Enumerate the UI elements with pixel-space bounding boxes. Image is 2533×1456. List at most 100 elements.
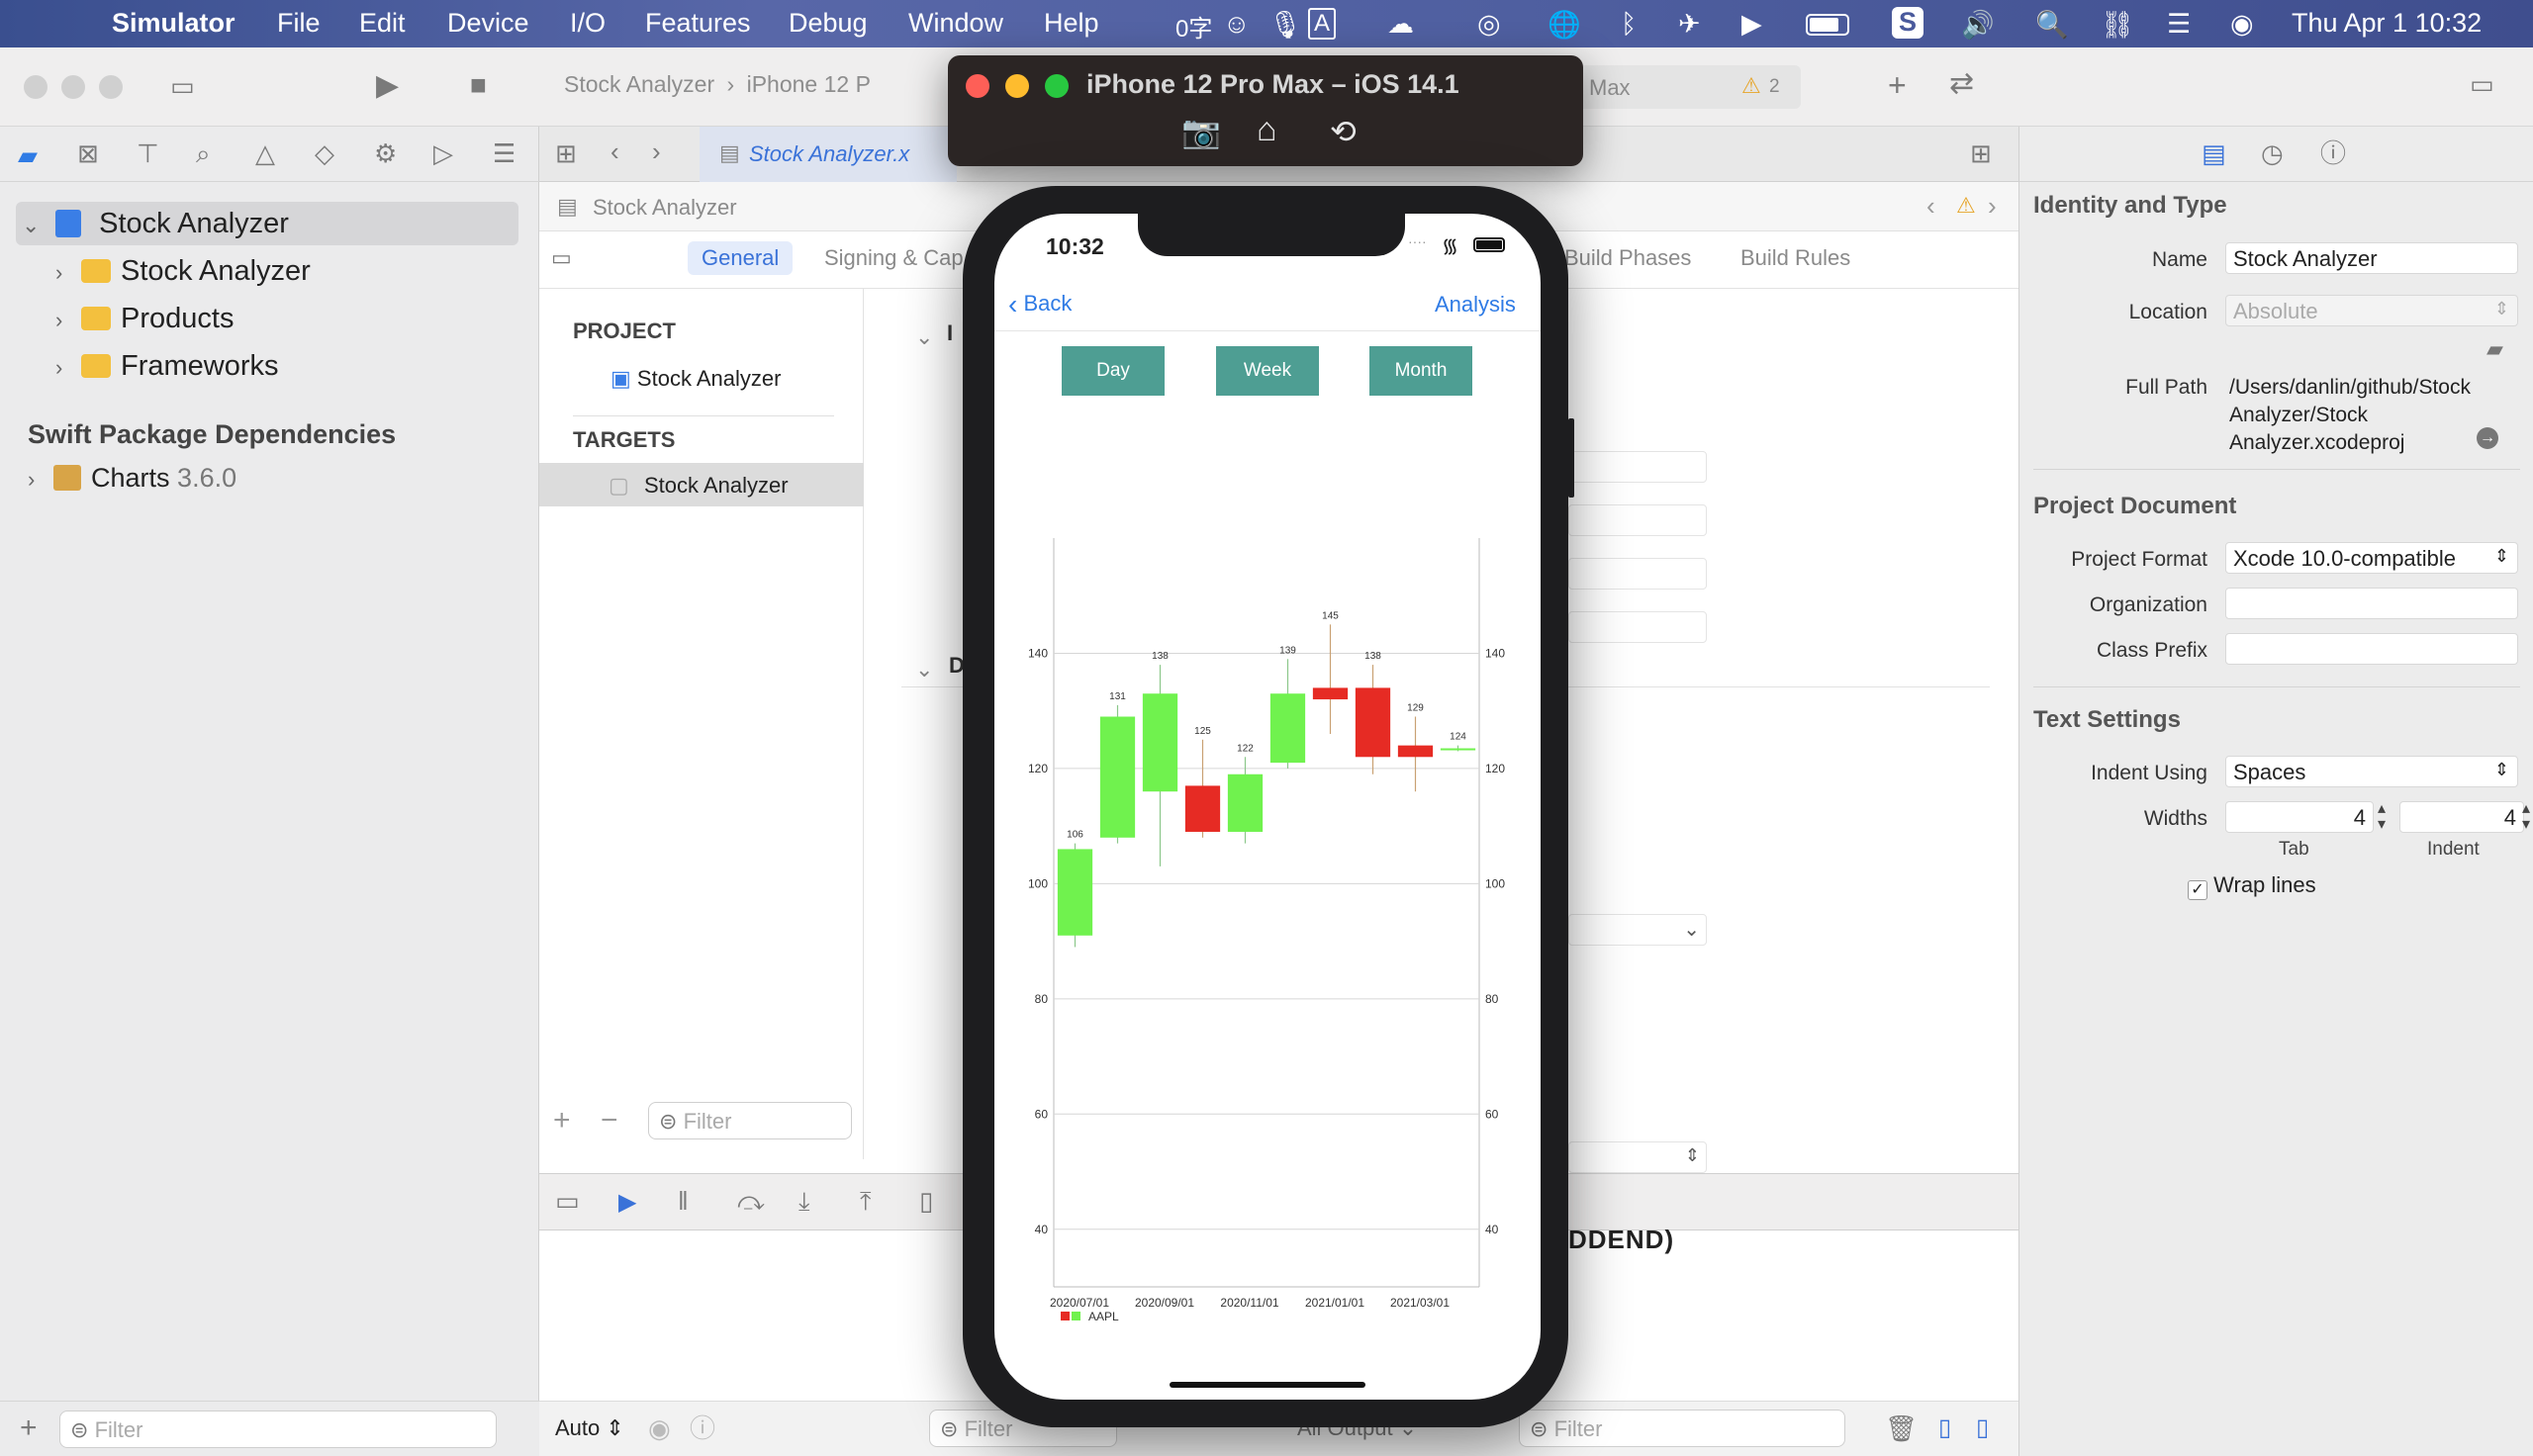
view-debugger-icon[interactable]: ▯ xyxy=(919,1188,933,1214)
settings-field[interactable] xyxy=(1568,504,1707,536)
hide-debug-icon[interactable]: ▭ xyxy=(555,1188,580,1214)
tab-width-field[interactable]: 4 xyxy=(2225,801,2374,833)
name-field[interactable]: Stock Analyzer xyxy=(2225,242,2518,274)
deployment-dropdown[interactable]: ⌄ xyxy=(1568,914,1707,946)
tree-item-products[interactable]: › Products xyxy=(55,303,234,335)
settings-stepper[interactable]: ⇕ xyxy=(1568,1141,1707,1173)
microphone-icon[interactable]: 🎙 xyxy=(1268,9,1302,41)
folder-icon[interactable]: ▰ xyxy=(2486,336,2503,362)
battery-icon[interactable] xyxy=(1806,12,1849,43)
zoom-button[interactable] xyxy=(1045,74,1069,98)
close-button[interactable] xyxy=(966,74,989,98)
app-s-icon[interactable]: S xyxy=(1892,7,1923,39)
settings-field[interactable] xyxy=(1568,611,1707,643)
forward-arrow-icon[interactable]: › xyxy=(652,138,661,164)
auto-variables-selector[interactable]: Auto ⇕ xyxy=(555,1415,624,1441)
search-icon[interactable]: ⌕ xyxy=(196,140,211,166)
chevron-right-icon[interactable]: › xyxy=(1988,191,1997,222)
target-filter[interactable]: ⊜ Filter xyxy=(648,1102,852,1139)
chevron-right-icon[interactable]: › xyxy=(28,467,53,493)
spotlight-search-icon[interactable]: 🔍 xyxy=(2035,9,2069,41)
screenshot-icon[interactable]: 📷 xyxy=(1181,113,1221,150)
remove-icon[interactable]: − xyxy=(601,1106,618,1136)
menu-file[interactable]: File xyxy=(277,8,321,39)
input-method-indicator[interactable]: 0字 xyxy=(1175,9,1212,44)
wrap-lines-checkbox[interactable]: ✓ Wrap lines xyxy=(2188,872,2316,900)
project-item[interactable]: ▣ Stock Analyzer xyxy=(610,366,781,392)
info-icon[interactable]: ⓘ xyxy=(690,1415,715,1441)
menu-help[interactable]: Help xyxy=(1044,8,1099,39)
bluetooth-icon[interactable]: ᛒ xyxy=(1621,9,1637,40)
navigator-filter[interactable]: ⊜ Filter xyxy=(59,1410,497,1448)
vpn-icon[interactable]: ✈ xyxy=(1678,9,1701,40)
sidebar-toggle-icon[interactable]: ▭ xyxy=(170,73,195,99)
editor-tab-active[interactable]: ▤ Stock Analyzer.x xyxy=(700,127,957,182)
breakpoints-icon[interactable]: ▶ xyxy=(618,1188,636,1217)
tree-item-stock-analyzer[interactable]: › Stock Analyzer xyxy=(55,255,311,288)
inspector-toggle-icon[interactable]: ▭ xyxy=(2470,71,2494,97)
rotate-icon[interactable]: ⟲ xyxy=(1330,113,1357,150)
indent-width-field[interactable]: 4 xyxy=(2399,801,2524,833)
menu-io[interactable]: I/O xyxy=(570,8,606,39)
menu-edit[interactable]: Edit xyxy=(359,8,406,39)
warning-icon[interactable]: ⚠ xyxy=(1741,73,1761,99)
grid-icon[interactable]: ⊞ xyxy=(555,140,577,166)
reveal-arrow-icon[interactable]: → xyxy=(2477,427,2498,449)
zoom-button[interactable] xyxy=(99,75,123,99)
tree-item-frameworks[interactable]: › Frameworks xyxy=(55,350,279,383)
tab-build-phases[interactable]: Build Phases xyxy=(1564,245,1691,271)
warning-icon[interactable]: ⚠ xyxy=(1956,193,1976,219)
source-control-icon[interactable]: ⊠ xyxy=(77,140,99,166)
menu-debug[interactable]: Debug xyxy=(789,8,868,39)
minimize-button[interactable] xyxy=(1005,74,1029,98)
menu-clock[interactable]: Thu Apr 1 10:32 xyxy=(2292,8,2482,39)
home-indicator[interactable] xyxy=(1170,1382,1365,1388)
location-select[interactable]: Absolute ⇕ xyxy=(2225,295,2518,326)
package-charts[interactable]: › Charts 3.6.0 xyxy=(28,463,236,494)
jump-bar-title[interactable]: Stock Analyzer xyxy=(593,195,737,221)
add-editor-icon[interactable]: ⊞ xyxy=(1970,140,1992,166)
settings-field[interactable] xyxy=(1568,451,1707,483)
folder-icon[interactable]: ▰ xyxy=(18,140,38,171)
help-icon[interactable]: ⓘ xyxy=(2320,140,2346,166)
indent-using-select[interactable]: Spaces ⇕ xyxy=(2225,756,2518,787)
tab-width-stepper[interactable]: ▴ ▾ xyxy=(2378,801,2386,833)
step-out-icon[interactable]: ⤒ xyxy=(860,1188,872,1214)
settings-field[interactable] xyxy=(1568,558,1707,590)
organization-field[interactable] xyxy=(2225,588,2518,619)
split-left-icon[interactable]: ▯ xyxy=(1938,1413,1951,1442)
class-prefix-field[interactable] xyxy=(2225,633,2518,665)
eye-icon[interactable]: ◉ xyxy=(648,1415,671,1441)
indent-width-stepper[interactable]: ▴ ▾ xyxy=(2522,801,2530,833)
stop-button[interactable]: ■ xyxy=(470,71,487,99)
volume-icon[interactable]: 🔊 xyxy=(1961,9,1995,41)
history-icon[interactable]: ◷ xyxy=(2261,140,2284,166)
chevron-down-icon[interactable]: ⌄ xyxy=(915,657,933,682)
menu-device[interactable]: Device xyxy=(447,8,529,39)
breakpoint-icon[interactable]: ▷ xyxy=(433,140,453,166)
chevron-right-icon[interactable]: › xyxy=(55,260,81,286)
symbol-icon[interactable]: ⊤ xyxy=(137,140,159,166)
siri-icon[interactable]: ◉ xyxy=(2230,9,2254,40)
chevron-down-icon[interactable]: ⌄ xyxy=(22,213,47,238)
pause-icon[interactable]: ‖ xyxy=(678,1188,689,1214)
file-inspector-icon[interactable]: ▤ xyxy=(2202,138,2226,169)
split-right-icon[interactable]: ▯ xyxy=(1976,1413,1989,1442)
add-icon[interactable]: + xyxy=(553,1106,571,1136)
sidebar-toggle-icon[interactable]: ▭ xyxy=(551,247,572,269)
candlestick-chart[interactable]: 40 4060 6080 80100 100120 120140 1401061311381… xyxy=(994,214,1541,1400)
menu-features[interactable]: Features xyxy=(645,8,751,39)
sync-icon[interactable]: ◎ xyxy=(1477,9,1501,40)
add-icon[interactable]: + xyxy=(20,1413,38,1443)
globe-icon[interactable]: 🌐 xyxy=(1548,9,1581,41)
menu-app[interactable]: Simulator xyxy=(112,8,235,39)
minimize-button[interactable] xyxy=(61,75,85,99)
scheme-selector[interactable]: Stock Analyzer › iPhone 12 P xyxy=(564,71,871,98)
project-format-select[interactable]: Xcode 10.0-compatible ⇕ xyxy=(2225,542,2518,574)
tab-build-rules[interactable]: Build Rules xyxy=(1740,245,1850,271)
chevron-right-icon[interactable]: › xyxy=(55,308,81,333)
play-icon[interactable]: ▶ xyxy=(1741,9,1762,40)
target-item-selected[interactable]: ▢ Stock Analyzer xyxy=(539,463,864,506)
issue-icon[interactable]: △ xyxy=(255,140,275,166)
back-arrow-icon[interactable]: ‹ xyxy=(610,138,619,164)
